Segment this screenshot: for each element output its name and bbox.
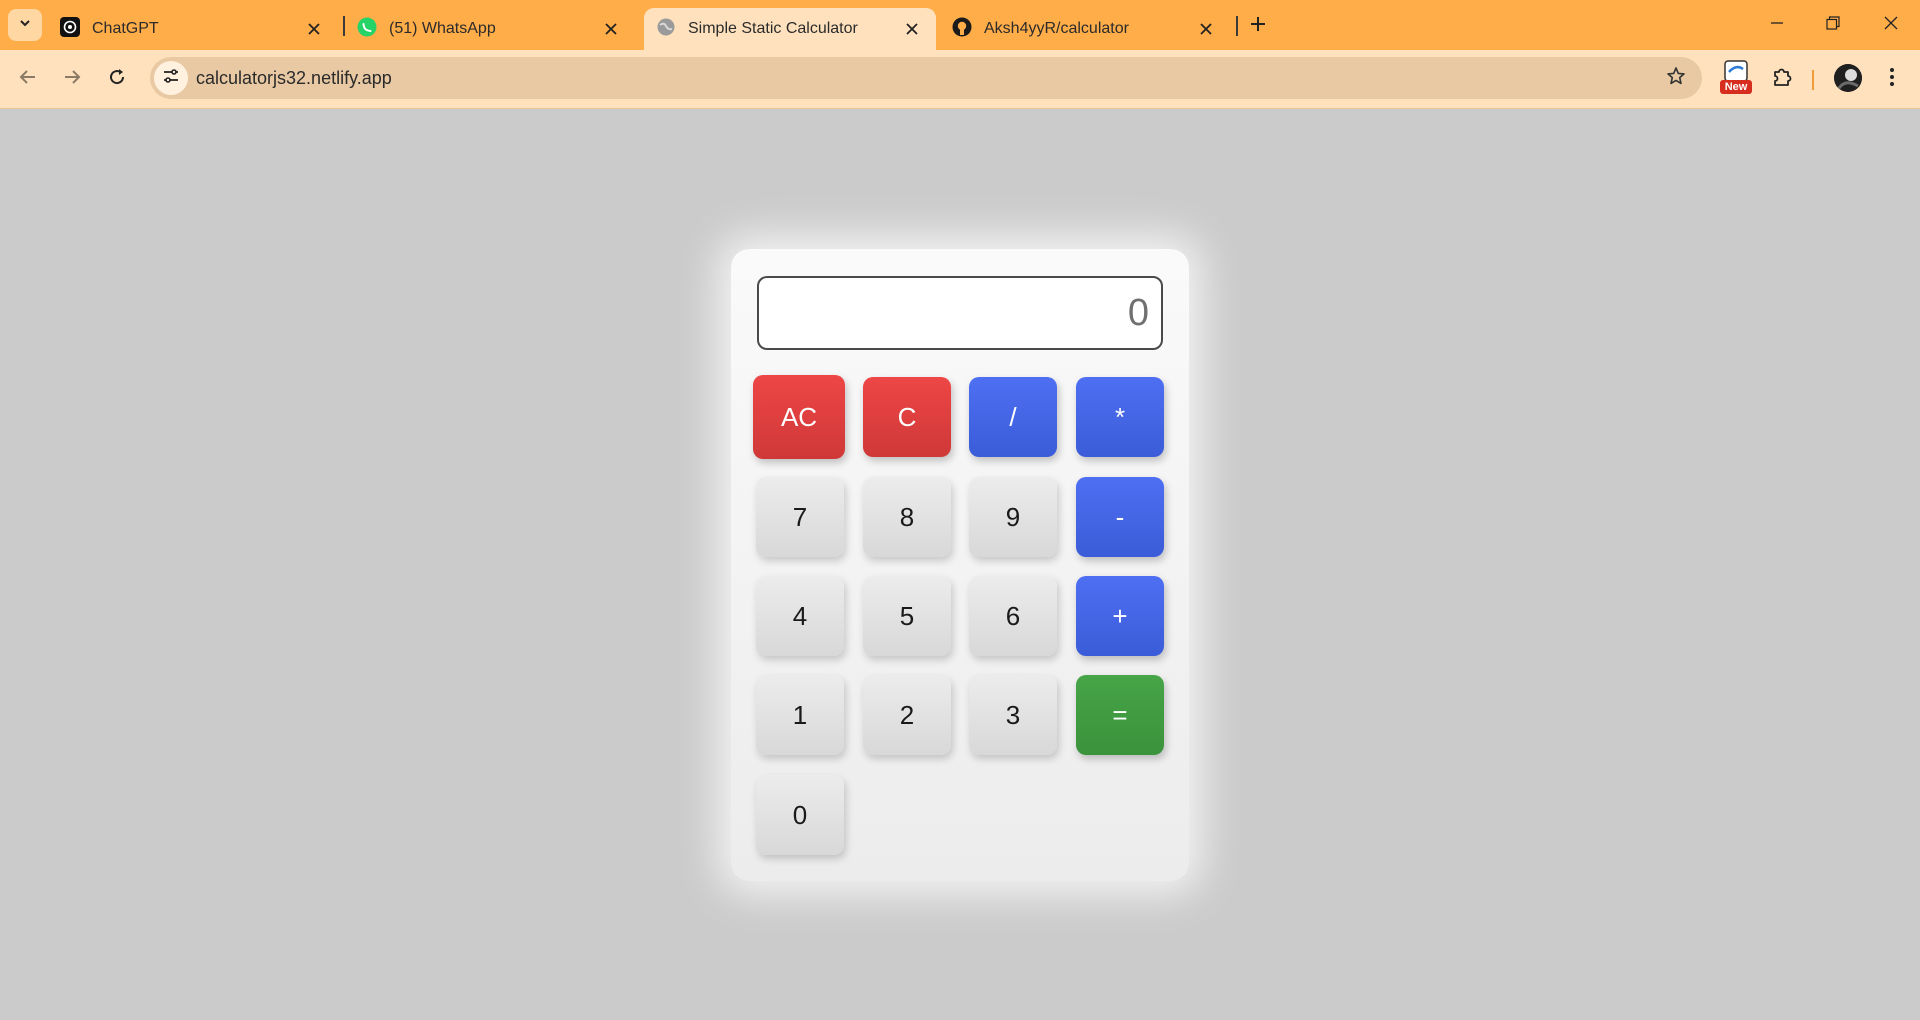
- restore-icon: [1826, 15, 1840, 35]
- digit-5-button[interactable]: 5: [863, 576, 951, 656]
- equals-button[interactable]: =: [1076, 675, 1164, 755]
- reload-icon: [107, 67, 127, 92]
- github-icon: [952, 17, 972, 42]
- puzzle-icon: [1771, 66, 1793, 93]
- plus-icon: [1250, 16, 1266, 37]
- digit-8-button[interactable]: 8: [863, 477, 951, 557]
- calculator: 0 AC C / * 7 8 9 - 4 5 6 + 1 2 3 = 0: [731, 249, 1189, 881]
- digit-1-button[interactable]: 1: [756, 675, 844, 755]
- extensions-button[interactable]: [1768, 65, 1796, 93]
- address-bar[interactable]: calculatorjs32.netlify.app: [150, 57, 1702, 99]
- tune-icon: [162, 67, 180, 90]
- more-vertical-icon: [1889, 67, 1895, 92]
- profile-avatar[interactable]: [1834, 64, 1862, 92]
- tab-search-button[interactable]: [8, 9, 42, 41]
- window-close-button[interactable]: [1876, 12, 1906, 38]
- digit-9-button[interactable]: 9: [969, 477, 1057, 557]
- tab-strip: ChatGPT (51) WhatsApp Simple Static Calc…: [0, 0, 1920, 50]
- close-icon[interactable]: [1196, 19, 1216, 39]
- arrow-left-icon: [18, 67, 38, 92]
- digit-2-button[interactable]: 2: [863, 675, 951, 755]
- clear-all-button[interactable]: AC: [753, 375, 845, 459]
- toolbar-divider: [1812, 70, 1814, 90]
- digit-7-button[interactable]: 7: [756, 477, 844, 557]
- extension-new-button[interactable]: New: [1720, 60, 1752, 96]
- tab-github-calculator[interactable]: Aksh4yyR/calculator: [940, 8, 1230, 50]
- browser-menu-button[interactable]: [1878, 65, 1906, 93]
- new-badge: New: [1720, 80, 1752, 94]
- digit-6-button[interactable]: 6: [969, 576, 1057, 656]
- close-icon: [1884, 16, 1898, 35]
- chatgpt-icon: [60, 16, 80, 42]
- url-text[interactable]: calculatorjs32.netlify.app: [196, 68, 392, 89]
- chevron-down-icon: [18, 16, 32, 35]
- digit-4-button[interactable]: 4: [756, 576, 844, 656]
- close-icon[interactable]: [601, 19, 621, 39]
- site-info-button[interactable]: [154, 61, 188, 95]
- tab-chatgpt[interactable]: ChatGPT: [48, 8, 338, 50]
- multiply-button[interactable]: *: [1076, 377, 1164, 457]
- minus-button[interactable]: -: [1076, 477, 1164, 557]
- restore-button[interactable]: [1818, 12, 1848, 38]
- minimize-button[interactable]: [1762, 12, 1792, 38]
- tab-title: Simple Static Calculator: [688, 20, 858, 37]
- bookmark-star-button[interactable]: [1664, 66, 1688, 90]
- close-icon[interactable]: [902, 19, 922, 39]
- tab-whatsapp[interactable]: (51) WhatsApp: [345, 8, 635, 50]
- arrow-right-icon: [62, 67, 82, 92]
- back-button[interactable]: [14, 65, 42, 93]
- reload-button[interactable]: [103, 65, 131, 93]
- star-icon: [1666, 66, 1686, 91]
- minimize-icon: [1770, 16, 1784, 35]
- globe-icon: [656, 17, 676, 42]
- whatsapp-icon: [357, 17, 377, 42]
- tab-divider: [1236, 16, 1238, 36]
- divide-button[interactable]: /: [969, 377, 1057, 457]
- digit-0-button[interactable]: 0: [756, 775, 844, 855]
- tab-title: Aksh4yyR/calculator: [984, 20, 1129, 37]
- tab-title: (51) WhatsApp: [389, 20, 496, 37]
- clear-button[interactable]: C: [863, 377, 951, 457]
- tab-simple-static-calculator[interactable]: Simple Static Calculator: [644, 8, 936, 50]
- calculator-display: 0: [757, 276, 1163, 350]
- plus-button[interactable]: +: [1076, 576, 1164, 656]
- new-tab-button[interactable]: [1244, 12, 1272, 40]
- forward-button[interactable]: [58, 65, 86, 93]
- tab-title: ChatGPT: [92, 20, 159, 37]
- browser-toolbar: calculatorjs32.netlify.app New: [0, 50, 1920, 109]
- close-icon[interactable]: [304, 19, 324, 39]
- digit-3-button[interactable]: 3: [969, 675, 1057, 755]
